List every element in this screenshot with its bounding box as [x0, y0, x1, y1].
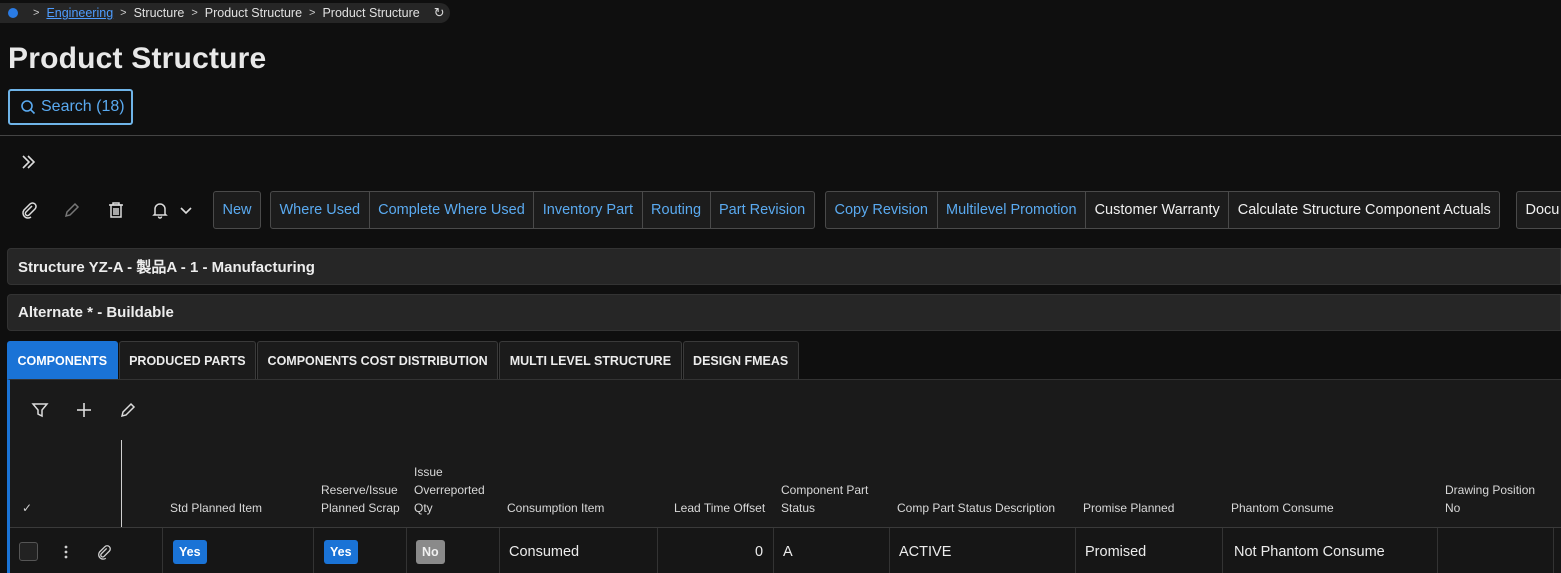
breadcrumb-current: Product Structure: [322, 6, 420, 20]
column-header-line: Status: [781, 501, 816, 515]
column-header-line: Qty: [414, 501, 433, 515]
column-header-line: Issue: [414, 465, 443, 479]
select-all-checkbox[interactable]: ✓: [22, 501, 32, 515]
customer-warranty-button[interactable]: Customer Warranty: [1085, 192, 1228, 228]
refresh-icon[interactable]: ↻: [434, 5, 445, 21]
row-select-checkbox[interactable]: [19, 542, 38, 561]
where-used-button[interactable]: Where Used: [271, 192, 369, 228]
attachment-icon[interactable]: [18, 199, 40, 221]
column-header-phantom-consume[interactable]: Phantom Consume: [1231, 499, 1334, 517]
toolbar-group-new: New: [213, 191, 262, 229]
home-icon[interactable]: [8, 8, 18, 18]
edit-icon[interactable]: [118, 400, 138, 420]
cell-separator: [1075, 528, 1076, 573]
double-chevron-right-icon[interactable]: [19, 153, 37, 171]
column-header-line: Planned Scrap: [321, 501, 400, 515]
cell-separator: [1437, 528, 1438, 573]
column-header-reserve-issue[interactable]: Reserve/Issue Planned Scrap: [321, 481, 400, 517]
column-header-component-part-status[interactable]: Component Part Status: [781, 481, 868, 517]
column-header-promise-planned[interactable]: Promise Planned: [1083, 499, 1174, 517]
column-header-line: Reserve/Issue: [321, 483, 398, 497]
tab-design-fmeas[interactable]: DESIGN FMEAS: [682, 341, 799, 379]
chevron-down-icon[interactable]: [175, 199, 197, 221]
issue-overreported-badge: No: [416, 540, 445, 564]
component-part-status-cell: A: [783, 544, 793, 560]
phantom-consume-cell: Not Phantom Consume: [1234, 544, 1385, 560]
search-button-label: Search (18): [41, 98, 125, 115]
alternate-panel-header[interactable]: Alternate * - Buildable: [7, 294, 1561, 331]
tab-components[interactable]: COMPONENTS: [7, 341, 118, 379]
reserve-issue-badge: Yes: [324, 540, 358, 564]
column-header-std-planned-item[interactable]: Std Planned Item: [170, 499, 262, 517]
attachment-icon[interactable]: [95, 542, 113, 562]
breadcrumb-engineering[interactable]: Engineering: [46, 6, 113, 20]
page-title: Product Structure: [8, 42, 267, 75]
tab-components-cost-distribution[interactable]: COMPONENTS COST DISTRIBUTION: [257, 341, 499, 379]
chevron-right-icon: >: [33, 7, 40, 19]
multilevel-promotion-button[interactable]: Multilevel Promotion: [936, 192, 1086, 228]
cell-separator: [1222, 528, 1223, 573]
add-icon[interactable]: [74, 400, 94, 420]
breadcrumb: > Engineering > Structure > Product Stru…: [0, 3, 450, 23]
calculate-structure-component-actuals-button[interactable]: Calculate Structure Component Actuals: [1228, 192, 1499, 228]
copy-revision-button[interactable]: Copy Revision: [826, 192, 937, 228]
chevron-right-icon: >: [191, 7, 198, 19]
column-header-comp-part-status-description[interactable]: Comp Part Status Description: [897, 499, 1055, 517]
toolbar-group-documents: Docu: [1516, 191, 1561, 229]
cell-separator: [499, 528, 500, 573]
column-header-line: Component Part: [781, 483, 869, 497]
column-header-issue-overreported-qty[interactable]: Issue Overreported Qty: [414, 463, 485, 517]
tab-produced-parts[interactable]: PRODUCED PARTS: [118, 341, 257, 379]
comp-part-status-description-cell: ACTIVE: [899, 544, 952, 560]
cell-separator: [1553, 528, 1554, 573]
search-button[interactable]: Search (18): [8, 89, 133, 125]
breadcrumb-structure: Structure: [133, 6, 185, 20]
cell-separator: [657, 528, 658, 573]
header-divider: [0, 135, 1561, 136]
toolbar-group-navigation: Where Used Complete Where Used Inventory…: [270, 191, 815, 229]
chevron-right-icon: >: [120, 7, 127, 19]
column-header-line: Overreported: [414, 483, 485, 497]
bell-icon[interactable]: [149, 199, 171, 221]
filter-icon[interactable]: [30, 400, 50, 420]
routing-button[interactable]: Routing: [641, 192, 710, 228]
column-header-line: Drawing Position: [1445, 483, 1536, 497]
cell-separator: [889, 528, 890, 573]
more-options-icon[interactable]: [57, 542, 75, 562]
column-header-line: No: [1445, 501, 1461, 515]
tab-bar: COMPONENTS PRODUCED PARTS COMPONENTS COS…: [7, 341, 800, 379]
std-planned-item-badge: Yes: [173, 540, 207, 564]
promise-planned-cell: Promised: [1085, 544, 1147, 560]
lead-time-offset-cell: 0: [755, 544, 764, 560]
new-button[interactable]: New: [214, 192, 260, 228]
column-header-lead-time-offset[interactable]: Lead Time Offset: [674, 499, 765, 517]
search-icon: [21, 100, 36, 115]
trash-icon[interactable]: [105, 199, 127, 221]
documents-button[interactable]: Docu: [1517, 192, 1561, 228]
breadcrumb-product-structure: Product Structure: [204, 6, 303, 20]
cell-separator: [406, 528, 407, 573]
chevron-right-icon: >: [309, 7, 316, 19]
cell-separator: [773, 528, 774, 573]
inventory-part-button[interactable]: Inventory Part: [533, 192, 641, 228]
structure-panel-title: Structure YZ-A - 製品A - 1 - Manufacturing: [18, 259, 315, 276]
tab-multi-level-structure[interactable]: MULTI LEVEL STRUCTURE: [499, 341, 682, 379]
column-header-consumption-item[interactable]: Consumption Item: [507, 499, 604, 517]
consumption-item-cell: Consumed: [509, 544, 580, 560]
cell-separator: [162, 528, 163, 573]
cell-separator: [313, 528, 314, 573]
part-revision-button[interactable]: Part Revision: [709, 192, 814, 228]
alternate-panel-title: Alternate * - Buildable: [18, 304, 174, 321]
column-header-drawing-position-no[interactable]: Drawing Position No: [1445, 481, 1535, 517]
structure-panel-header[interactable]: Structure YZ-A - 製品A - 1 - Manufacturing: [7, 248, 1561, 285]
toolbar-group-actions: Copy Revision Multilevel Promotion Custo…: [825, 191, 1501, 229]
complete-where-used-button[interactable]: Complete Where Used: [368, 192, 534, 228]
edit-icon[interactable]: [61, 199, 83, 221]
